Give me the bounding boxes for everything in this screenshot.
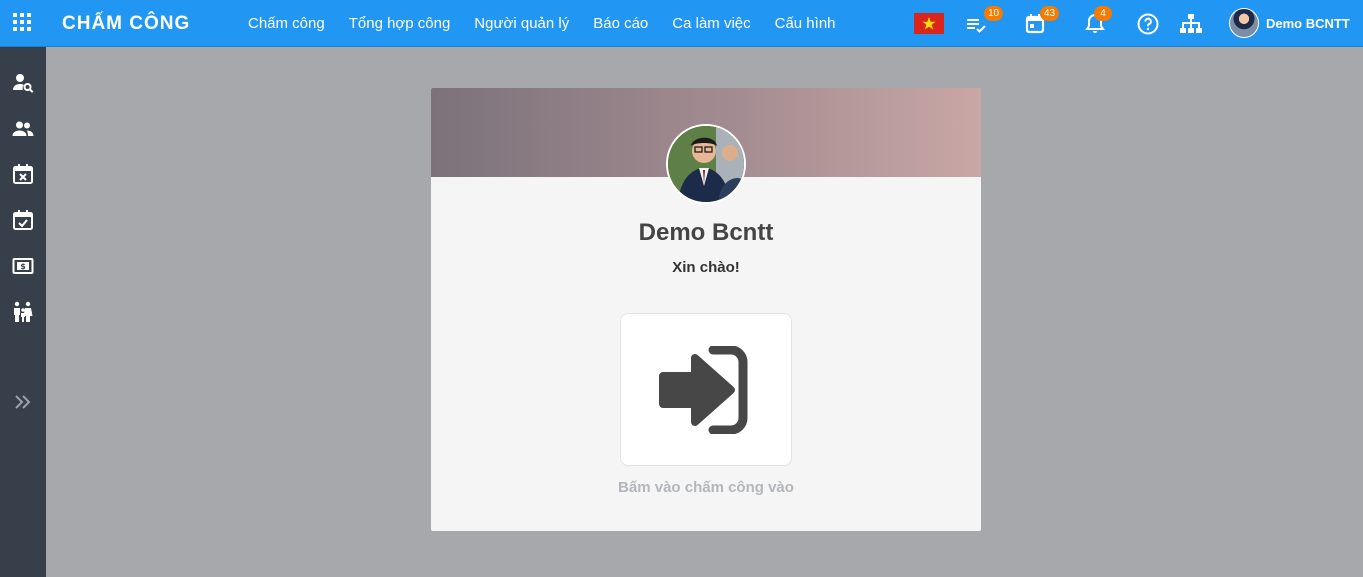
svg-text:$: $ (20, 262, 26, 271)
nav-item-tong-hop-cong[interactable]: Tổng hợp công (349, 15, 451, 32)
sidebar: $ (0, 47, 46, 577)
users-icon[interactable] (11, 117, 35, 141)
sign-in-icon (659, 346, 748, 434)
notification-bell-icon[interactable]: 4 (1083, 6, 1112, 36)
user-menu[interactable]: Demo BCNTT (1229, 8, 1350, 38)
vietnam-flag-icon[interactable] (914, 13, 944, 34)
notifications-badge: 4 (1094, 6, 1112, 21)
double-chevron-right-icon[interactable] (13, 392, 33, 412)
avatar (1229, 8, 1259, 38)
nav-item-cham-cong[interactable]: Chấm công (248, 15, 325, 32)
calendar-icon[interactable]: 43 (1024, 6, 1060, 36)
nav-item-cau-hinh[interactable]: Cấu hình (775, 15, 836, 32)
app-title[interactable]: CHẤM CÔNG (62, 13, 190, 35)
calendar-check-icon[interactable] (11, 208, 35, 232)
apps-grid-icon[interactable] (13, 13, 33, 33)
employee-name: Demo Bcntt (638, 219, 774, 246)
checkin-button[interactable] (620, 313, 792, 466)
nav-item-nguoi-quan-ly[interactable]: Người quản lý (474, 15, 569, 32)
tasks-badge: 10 (984, 6, 1004, 21)
user-name: Demo BCNTT (1266, 15, 1350, 31)
top-bar: CHẤM CÔNG Chấm công Tổng hợp công Người … (0, 0, 1363, 47)
money-icon[interactable]: $ (11, 254, 35, 278)
checkin-card: Demo Bcntt Xin chào! Bấm vào chấm công v… (431, 88, 981, 531)
user-search-icon[interactable] (11, 71, 35, 95)
main-nav: Chấm công Tổng hợp công Người quản lý Bá… (248, 15, 860, 32)
nav-item-ca-lam-viec[interactable]: Ca làm việc (672, 15, 750, 32)
task-list-icon[interactable]: 10 (964, 6, 1004, 36)
org-chart-icon[interactable] (1178, 12, 1204, 36)
nav-item-bao-cao[interactable]: Báo cáo (593, 15, 648, 32)
help-circle-icon[interactable] (1136, 12, 1160, 36)
calendar-badge: 43 (1040, 6, 1060, 21)
avatar (666, 124, 746, 204)
calendar-cancel-icon[interactable] (11, 162, 35, 186)
greeting-text: Xin chào! (672, 259, 740, 276)
family-icon[interactable] (11, 300, 35, 324)
checkin-caption[interactable]: Bấm vào chấm công vào (431, 479, 981, 496)
